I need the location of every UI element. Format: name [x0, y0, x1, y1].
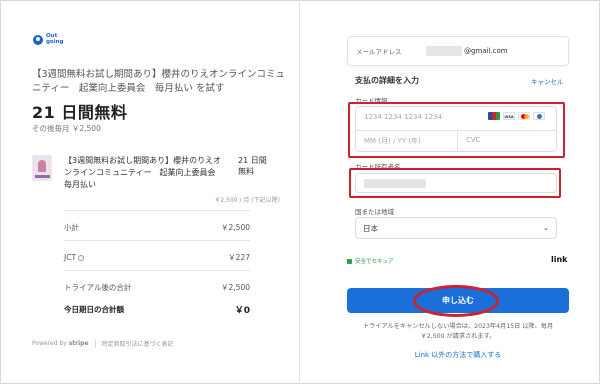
- logo-text: Out going: [46, 33, 68, 45]
- tax-label-wrap: JCT i: [64, 253, 85, 262]
- subtotal-row: 小計 ￥2,500: [64, 222, 250, 233]
- product-name: 【3週間無料お試し期間あり】櫻井のりえオンラインコミュニティー 起業向上委員会 …: [32, 69, 286, 94]
- card-highlight-box: [348, 102, 565, 158]
- summary-divider: [64, 240, 250, 241]
- subtotal-label: 小計: [64, 223, 79, 232]
- powered-by-label: Powered by: [32, 340, 67, 347]
- after-trial-total-row: トライアル後の合計 ￥2,500: [64, 282, 250, 293]
- lock-icon: [347, 258, 352, 264]
- powered-by-wrap: Powered by stripe: [32, 340, 89, 347]
- secure-label: 安全でセキュア: [355, 259, 394, 265]
- email-redacted: [426, 46, 462, 56]
- summary-divider: [64, 210, 250, 211]
- email-field[interactable]: メールアドレス @gmail.com: [347, 36, 569, 66]
- tax-row: JCT i ￥227: [64, 252, 250, 263]
- logo-text-bottom: going: [46, 38, 64, 45]
- country-label: 国または地域: [355, 208, 394, 216]
- logo-icon: [33, 34, 43, 45]
- summary-divider: [64, 270, 250, 271]
- trial-notice: トライアルをキャンセルしない場合は、2023年4月15日 以降、毎月 ￥2,50…: [362, 323, 554, 340]
- subtotal-value: ￥2,500: [221, 223, 250, 232]
- today-total-label: 今日期日の合計額: [64, 305, 124, 314]
- merchant-logo: Out going: [33, 33, 68, 45]
- footer-separator: [94, 339, 96, 348]
- alt-payment-link[interactable]: Link 以外の方法で購入する: [347, 350, 569, 360]
- stripe-logo[interactable]: stripe: [69, 340, 89, 347]
- info-icon[interactable]: i: [78, 255, 85, 261]
- tax-label: JCT: [64, 253, 77, 262]
- price-after-trial: その後毎月 ￥2,500: [32, 124, 101, 133]
- link-logo: link: [551, 255, 568, 264]
- price-headline: 21 日間無料: [32, 103, 128, 122]
- line-item-days: 21 日間無料: [238, 156, 267, 176]
- email-label: メールアドレス: [356, 48, 402, 56]
- submit-highlight-circle: [413, 285, 499, 317]
- legal-link[interactable]: 特定商取引法に基づく表記: [102, 339, 174, 348]
- line-item-title: 【3週間無料お試し期間あり】櫻井のりえオンラインコミュニティー 起業向上委員会 …: [64, 156, 224, 189]
- cardholder-highlight-box: [349, 168, 561, 198]
- secure-badge: 安全でセキュア: [347, 257, 393, 265]
- country-select[interactable]: 日本 ⌄: [355, 217, 557, 239]
- product-thumbnail: [32, 155, 52, 181]
- column-divider: [299, 0, 300, 384]
- line-item-unit-price: ￥2,500 / 月 (下記以降): [214, 197, 280, 204]
- payment-section-title: 支払の詳細を入力: [355, 76, 419, 85]
- country-value: 日本: [363, 223, 378, 233]
- chevron-down-icon: ⌄: [543, 224, 549, 232]
- footer: Powered by stripe 特定商取引法に基づく表記: [32, 339, 174, 348]
- today-total-value: ￥0: [234, 306, 250, 316]
- today-total-row: 今日期日の合計額 ￥0: [64, 303, 250, 316]
- after-trial-label: トライアル後の合計: [64, 283, 132, 292]
- tax-value: ￥227: [228, 253, 250, 262]
- cancel-link[interactable]: キャンセル: [531, 76, 564, 86]
- email-value: @gmail.com: [464, 47, 508, 55]
- after-trial-value: ￥2,500: [221, 283, 250, 292]
